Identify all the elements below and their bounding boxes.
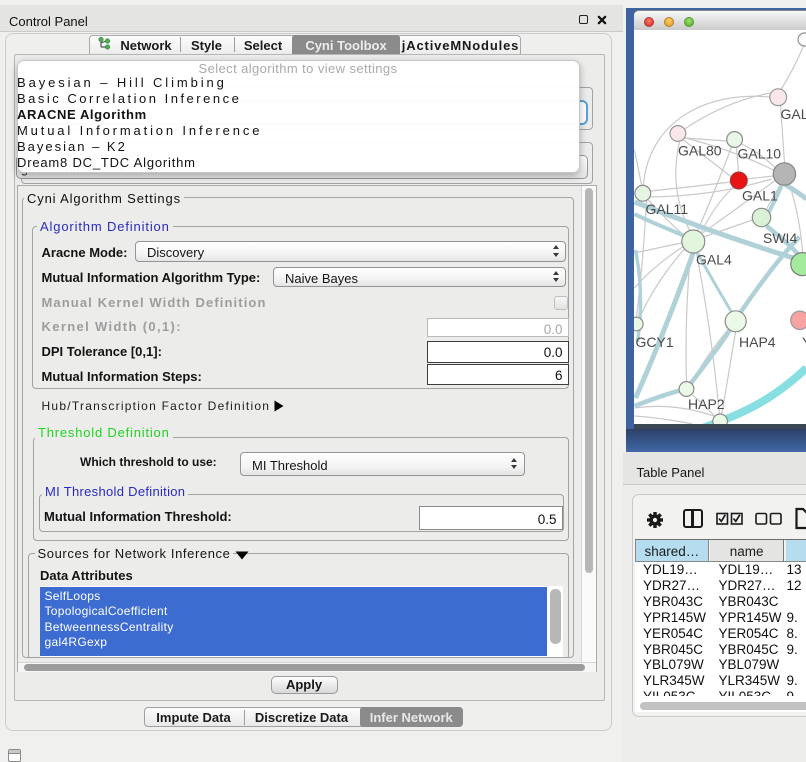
svg-text:GAL2: GAL2 <box>780 106 806 122</box>
svg-text:GCY1: GCY1 <box>635 334 673 350</box>
svg-text:YMR0: YMR0 <box>802 334 806 350</box>
svg-text:HAP2: HAP2 <box>688 396 725 412</box>
svg-text:GAL10: GAL10 <box>737 146 781 162</box>
svg-text:GAL1: GAL1 <box>742 188 778 204</box>
svg-text:GAL11: GAL11 <box>645 201 688 217</box>
svg-text:HAP4: HAP4 <box>739 334 776 350</box>
svg-text:SWI4: SWI4 <box>763 230 797 246</box>
svg-text:GAL80: GAL80 <box>678 143 722 159</box>
svg-text:GAL4: GAL4 <box>696 252 732 268</box>
